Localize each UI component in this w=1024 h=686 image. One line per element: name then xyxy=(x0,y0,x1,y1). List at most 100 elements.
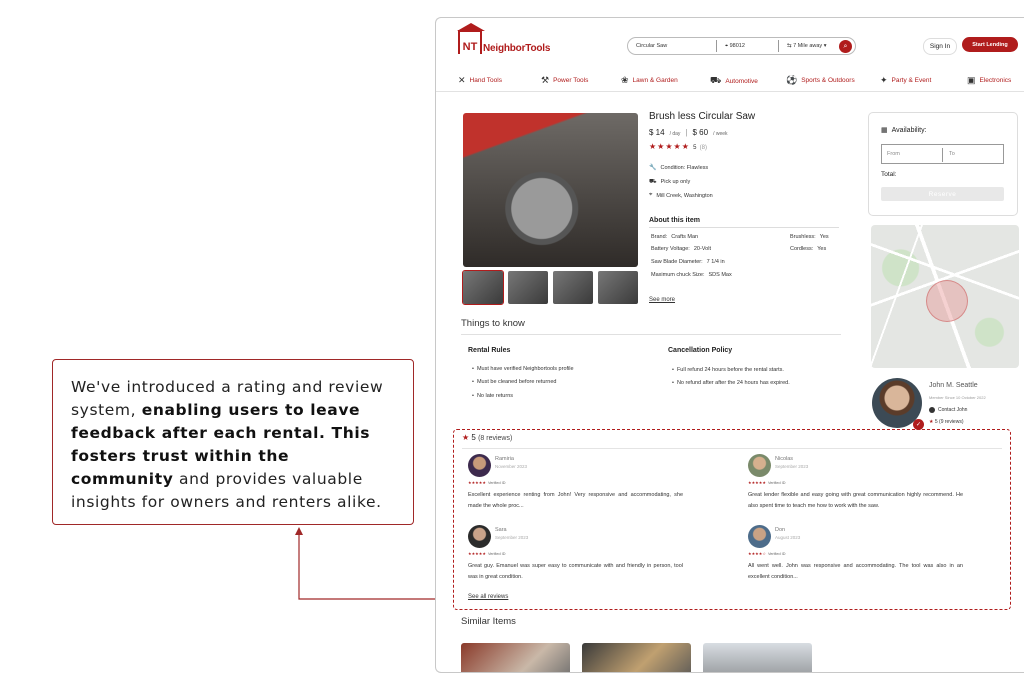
category-nav: ✕ Hand Tools ⚒ Power Tools ❀ Lawn & Garden … xyxy=(436,70,1024,92)
spec-value: Crafts Man xyxy=(671,234,699,240)
rental-rules-title: Rental Rules xyxy=(468,347,511,354)
search-button[interactable]: ⌕ xyxy=(839,40,852,53)
availability-label: ▦ Availability: xyxy=(881,126,927,135)
similar-item-card[interactable] xyxy=(703,643,812,672)
zip-field[interactable]: ⌖ 98012 xyxy=(716,40,778,52)
spec-label: Cordless: xyxy=(790,246,814,252)
search-bar[interactable]: Circular Saw ⌖ 98012 ⇆ 7 Mile away ▾ ⌕ xyxy=(627,37,856,55)
rental-rule: Must have verified Neighbortools profile xyxy=(472,366,574,372)
app-window: NT NeighborTools Circular Saw ⌖ 98012 ⇆ … xyxy=(435,17,1024,673)
total-label: Total: xyxy=(881,171,897,178)
wrench-icon: 🔧 xyxy=(649,165,657,171)
verified-label: Verified ID xyxy=(767,552,786,556)
star-icons: ★★★★☆ xyxy=(748,551,766,556)
nav-item-automotive[interactable]: ⛟ Automotive xyxy=(710,75,758,87)
rental-rule: Must be cleaned before returned xyxy=(472,379,557,385)
product-main-image[interactable] xyxy=(463,113,638,267)
thumbnail[interactable] xyxy=(553,271,593,304)
reviewer-name: Don xyxy=(775,527,786,533)
nav-item-electronics[interactable]: ▣ Electronics xyxy=(967,75,1011,86)
from-date-field[interactable]: From xyxy=(887,151,900,157)
thumbnail[interactable] xyxy=(598,271,638,304)
review-date: November 2023 xyxy=(495,464,528,469)
search-input[interactable]: Circular Saw xyxy=(628,40,716,52)
star-icons: ★★★★★ xyxy=(468,551,486,556)
review-text: All went well. John was responsive and a… xyxy=(748,563,963,580)
divider xyxy=(461,334,841,335)
price-day-unit: / day xyxy=(669,131,681,137)
spec-label: Saw Blade Diameter: xyxy=(651,259,703,265)
review-stars: ★★★★★ Verified ID xyxy=(468,480,505,485)
nav-label: Automotive xyxy=(725,77,758,85)
location-map[interactable] xyxy=(871,225,1019,368)
location-text: Mill Creek, Washington xyxy=(656,192,713,199)
reviewer-avatar[interactable] xyxy=(748,525,771,548)
star-icons: ★★★★★ xyxy=(748,480,766,485)
power-tools-icon: ⚒ xyxy=(541,75,550,85)
spec-value: SDS Max xyxy=(708,272,732,278)
location-line: ⌖ Mill Creek, Washington xyxy=(649,192,713,199)
star-icon: ★ xyxy=(929,419,934,425)
hand-tools-icon: ✕ xyxy=(458,75,466,85)
review-date: September 2023 xyxy=(775,464,809,469)
annotation-callout: We've introduced a rating and review sys… xyxy=(52,359,414,525)
price-day: $ 14 xyxy=(649,128,665,137)
logo[interactable]: NT NeighborTools xyxy=(457,23,551,54)
signin-button[interactable]: Sign In xyxy=(923,38,957,55)
owner-name: John M. Seattle xyxy=(929,382,978,389)
booking-box: ▦ Availability: From To Total: Reserve xyxy=(868,112,1018,216)
review-date: August 2023 xyxy=(775,535,801,540)
logo-text: NeighborTools xyxy=(483,43,551,54)
distance-select[interactable]: ⇆ 7 Mile away ▾ xyxy=(778,40,834,52)
divider xyxy=(942,148,943,162)
spec-voltage: Battery Voltage: 20-Volt xyxy=(651,246,711,252)
logo-mark-text: NT xyxy=(462,41,478,53)
review-stars: ★★★★★ Verified ID xyxy=(468,551,505,556)
thumbnail[interactable] xyxy=(508,271,548,304)
nav-label: Lawn & Garden xyxy=(632,77,678,84)
reviewer-avatar[interactable] xyxy=(468,525,491,548)
reviews-summary: ★ 5 (8 reviews) xyxy=(462,433,512,442)
spec-value: 7 1/4 in xyxy=(706,259,725,265)
reviewer-name: Nicolas xyxy=(775,456,794,462)
similar-item-card[interactable] xyxy=(461,643,570,672)
start-lending-button[interactable]: Start Lending xyxy=(962,37,1018,52)
distance-value: 7 Mile away xyxy=(793,43,823,49)
nav-item-sports[interactable]: ⚽ Sports & Outdoors xyxy=(786,75,855,86)
car-icon: ⛟ xyxy=(710,75,722,85)
search-icon: ⌕ xyxy=(843,42,848,50)
date-range-input[interactable]: From To xyxy=(881,144,1004,164)
price-divider: | xyxy=(685,128,688,137)
product-rating: ★★★★★ 5 (8) xyxy=(649,142,707,151)
product-thumbnails xyxy=(462,270,638,305)
logo-house-icon: NT xyxy=(457,23,485,54)
nav-item-party[interactable]: ✦ Party & Event xyxy=(880,75,931,86)
reviewer-name: Ramiria xyxy=(495,456,514,462)
reviewer-avatar[interactable] xyxy=(748,454,771,477)
things-to-know-title: Things to know xyxy=(461,318,525,329)
spec-label: Brand: xyxy=(651,234,668,240)
star-icons: ★★★★★ xyxy=(649,142,690,151)
see-all-reviews-link[interactable]: See all reviews xyxy=(468,594,508,600)
see-more-link[interactable]: See more xyxy=(649,297,675,303)
similar-item-card[interactable] xyxy=(582,643,691,672)
reserve-button[interactable]: Reserve xyxy=(881,187,1004,201)
nav-label: Electronics xyxy=(979,77,1012,84)
owner-rating-text: 5 (9 reviews) xyxy=(934,419,964,425)
zip-value: 98012 xyxy=(729,43,745,49)
nav-item-hand-tools[interactable]: ✕ Hand Tools xyxy=(458,75,502,86)
nav-item-power-tools[interactable]: ⚒ Power Tools xyxy=(541,75,588,86)
thumbnail[interactable] xyxy=(462,270,504,305)
reviewer-avatar[interactable] xyxy=(468,454,491,477)
cancellation-item: Full refund 24 hours before the rental s… xyxy=(672,367,784,373)
nav-label: Party & Event xyxy=(891,77,932,84)
party-icon: ✦ xyxy=(880,75,888,85)
calendar-icon: ▦ xyxy=(881,127,888,134)
chevron-down-icon: ▾ xyxy=(822,43,827,49)
contact-owner-link[interactable]: Contact John xyxy=(929,407,967,413)
spec-value: 20-Volt xyxy=(693,246,711,252)
review-text: Great lender flexible and easy going wit… xyxy=(748,492,963,509)
nav-item-lawn-garden[interactable]: ❀ Lawn & Garden xyxy=(621,75,678,86)
to-date-field[interactable]: To xyxy=(949,151,955,157)
star-icons: ★★★★★ xyxy=(468,480,486,485)
